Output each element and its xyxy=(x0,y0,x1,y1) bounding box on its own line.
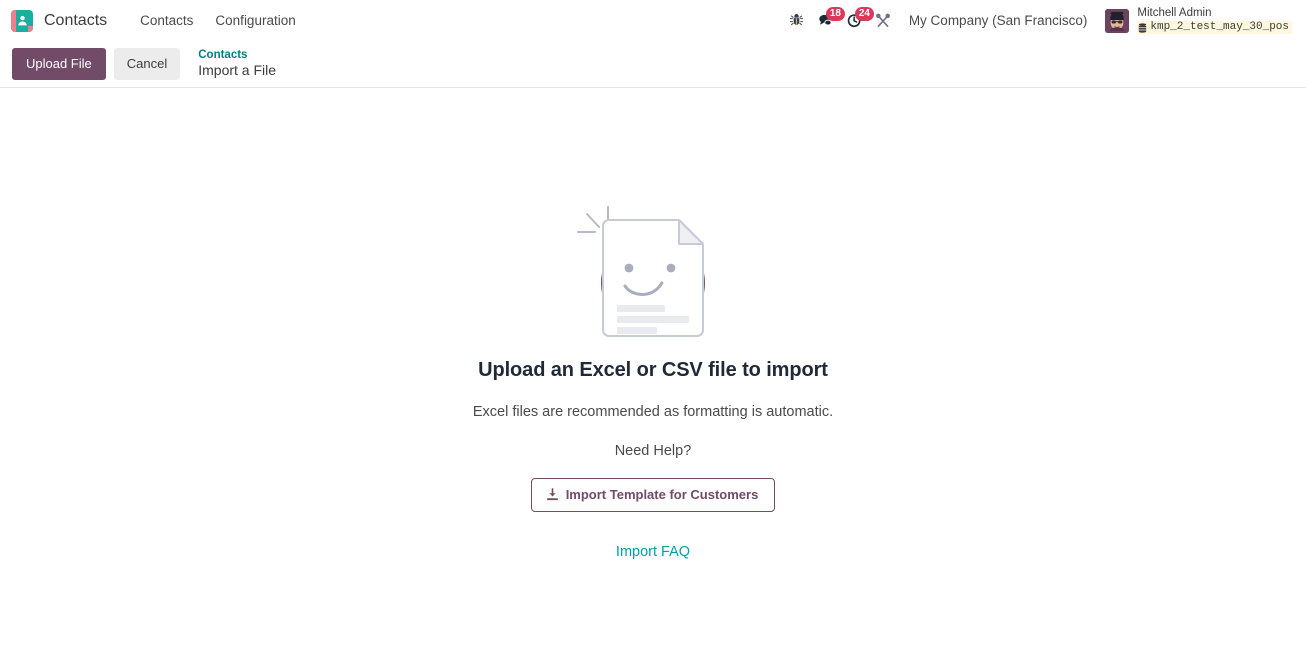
doc-text-line-2 xyxy=(617,316,689,323)
user-texts: Mitchell Admin kmp_2_test_may_30_pos xyxy=(1137,7,1292,35)
need-help-label: Need Help? xyxy=(614,443,692,459)
company-switcher[interactable]: My Company (San Francisco) xyxy=(901,9,1096,32)
smiling-document-icon xyxy=(573,206,733,341)
doc-text-line-1 xyxy=(617,305,665,312)
download-icon xyxy=(546,488,558,501)
app-brand-title: Contacts xyxy=(44,11,108,29)
page-title: Import a File xyxy=(198,62,277,79)
top-navbar: Contacts Contacts Configuration 18 24 My… xyxy=(0,0,1306,41)
import-faq-link[interactable]: Import FAQ xyxy=(616,544,690,560)
user-name-label: Mitchell Admin xyxy=(1137,6,1212,19)
import-template-button-label: Import Template for Customers xyxy=(565,487,759,502)
upload-subtitle: Excel files are recommended as formattin… xyxy=(472,404,834,420)
avatar xyxy=(1105,8,1130,33)
doc-text-line-3 xyxy=(617,327,657,334)
user-menu[interactable]: Mitchell Admin kmp_2_test_may_30_pos xyxy=(1101,5,1296,37)
nav-menu-configuration[interactable]: Configuration xyxy=(204,9,306,32)
contacts-app-icon[interactable] xyxy=(11,9,33,32)
tools-button[interactable] xyxy=(869,6,898,36)
bug-icon xyxy=(789,13,804,26)
smiling-document-illustration xyxy=(577,206,705,337)
left-eye xyxy=(624,263,634,273)
navbar-left: Contacts Contacts Configuration xyxy=(11,9,307,32)
person-glyph-icon xyxy=(17,15,27,26)
database-label-wrap: kmp_2_test_may_30_pos xyxy=(1137,21,1292,35)
navbar-systray: 18 24 My Company (San Francisco) Mitchel… xyxy=(782,5,1296,37)
database-name-label: kmp_2_test_may_30_pos xyxy=(1150,21,1289,34)
avatar-image xyxy=(1105,8,1130,33)
database-icon xyxy=(1139,23,1147,33)
cancel-button[interactable]: Cancel xyxy=(113,47,181,81)
nav-menu-contacts[interactable]: Contacts xyxy=(129,9,204,32)
messages-button[interactable]: 18 xyxy=(811,6,845,36)
breadcrumb-item-contacts[interactable]: Contacts xyxy=(198,48,276,62)
breadcrumb: Contacts Import a File xyxy=(198,48,276,79)
control-panel: Upload File Cancel Contacts Import a Fil… xyxy=(0,41,1306,88)
import-main-content: Upload an Excel or CSV file to import Ex… xyxy=(0,88,1306,659)
folded-corner xyxy=(678,219,704,245)
upload-file-button[interactable]: Upload File xyxy=(12,47,106,81)
navbar-menu: Contacts Configuration xyxy=(129,9,307,32)
activities-button[interactable]: 24 xyxy=(840,6,874,36)
wrench-screwdriver-icon xyxy=(876,13,891,27)
import-template-button[interactable]: Import Template for Customers xyxy=(530,478,776,512)
upload-heading: Upload an Excel or CSV file to import xyxy=(478,359,828,381)
debug-menu-button[interactable] xyxy=(782,6,811,36)
right-eye xyxy=(666,263,676,273)
